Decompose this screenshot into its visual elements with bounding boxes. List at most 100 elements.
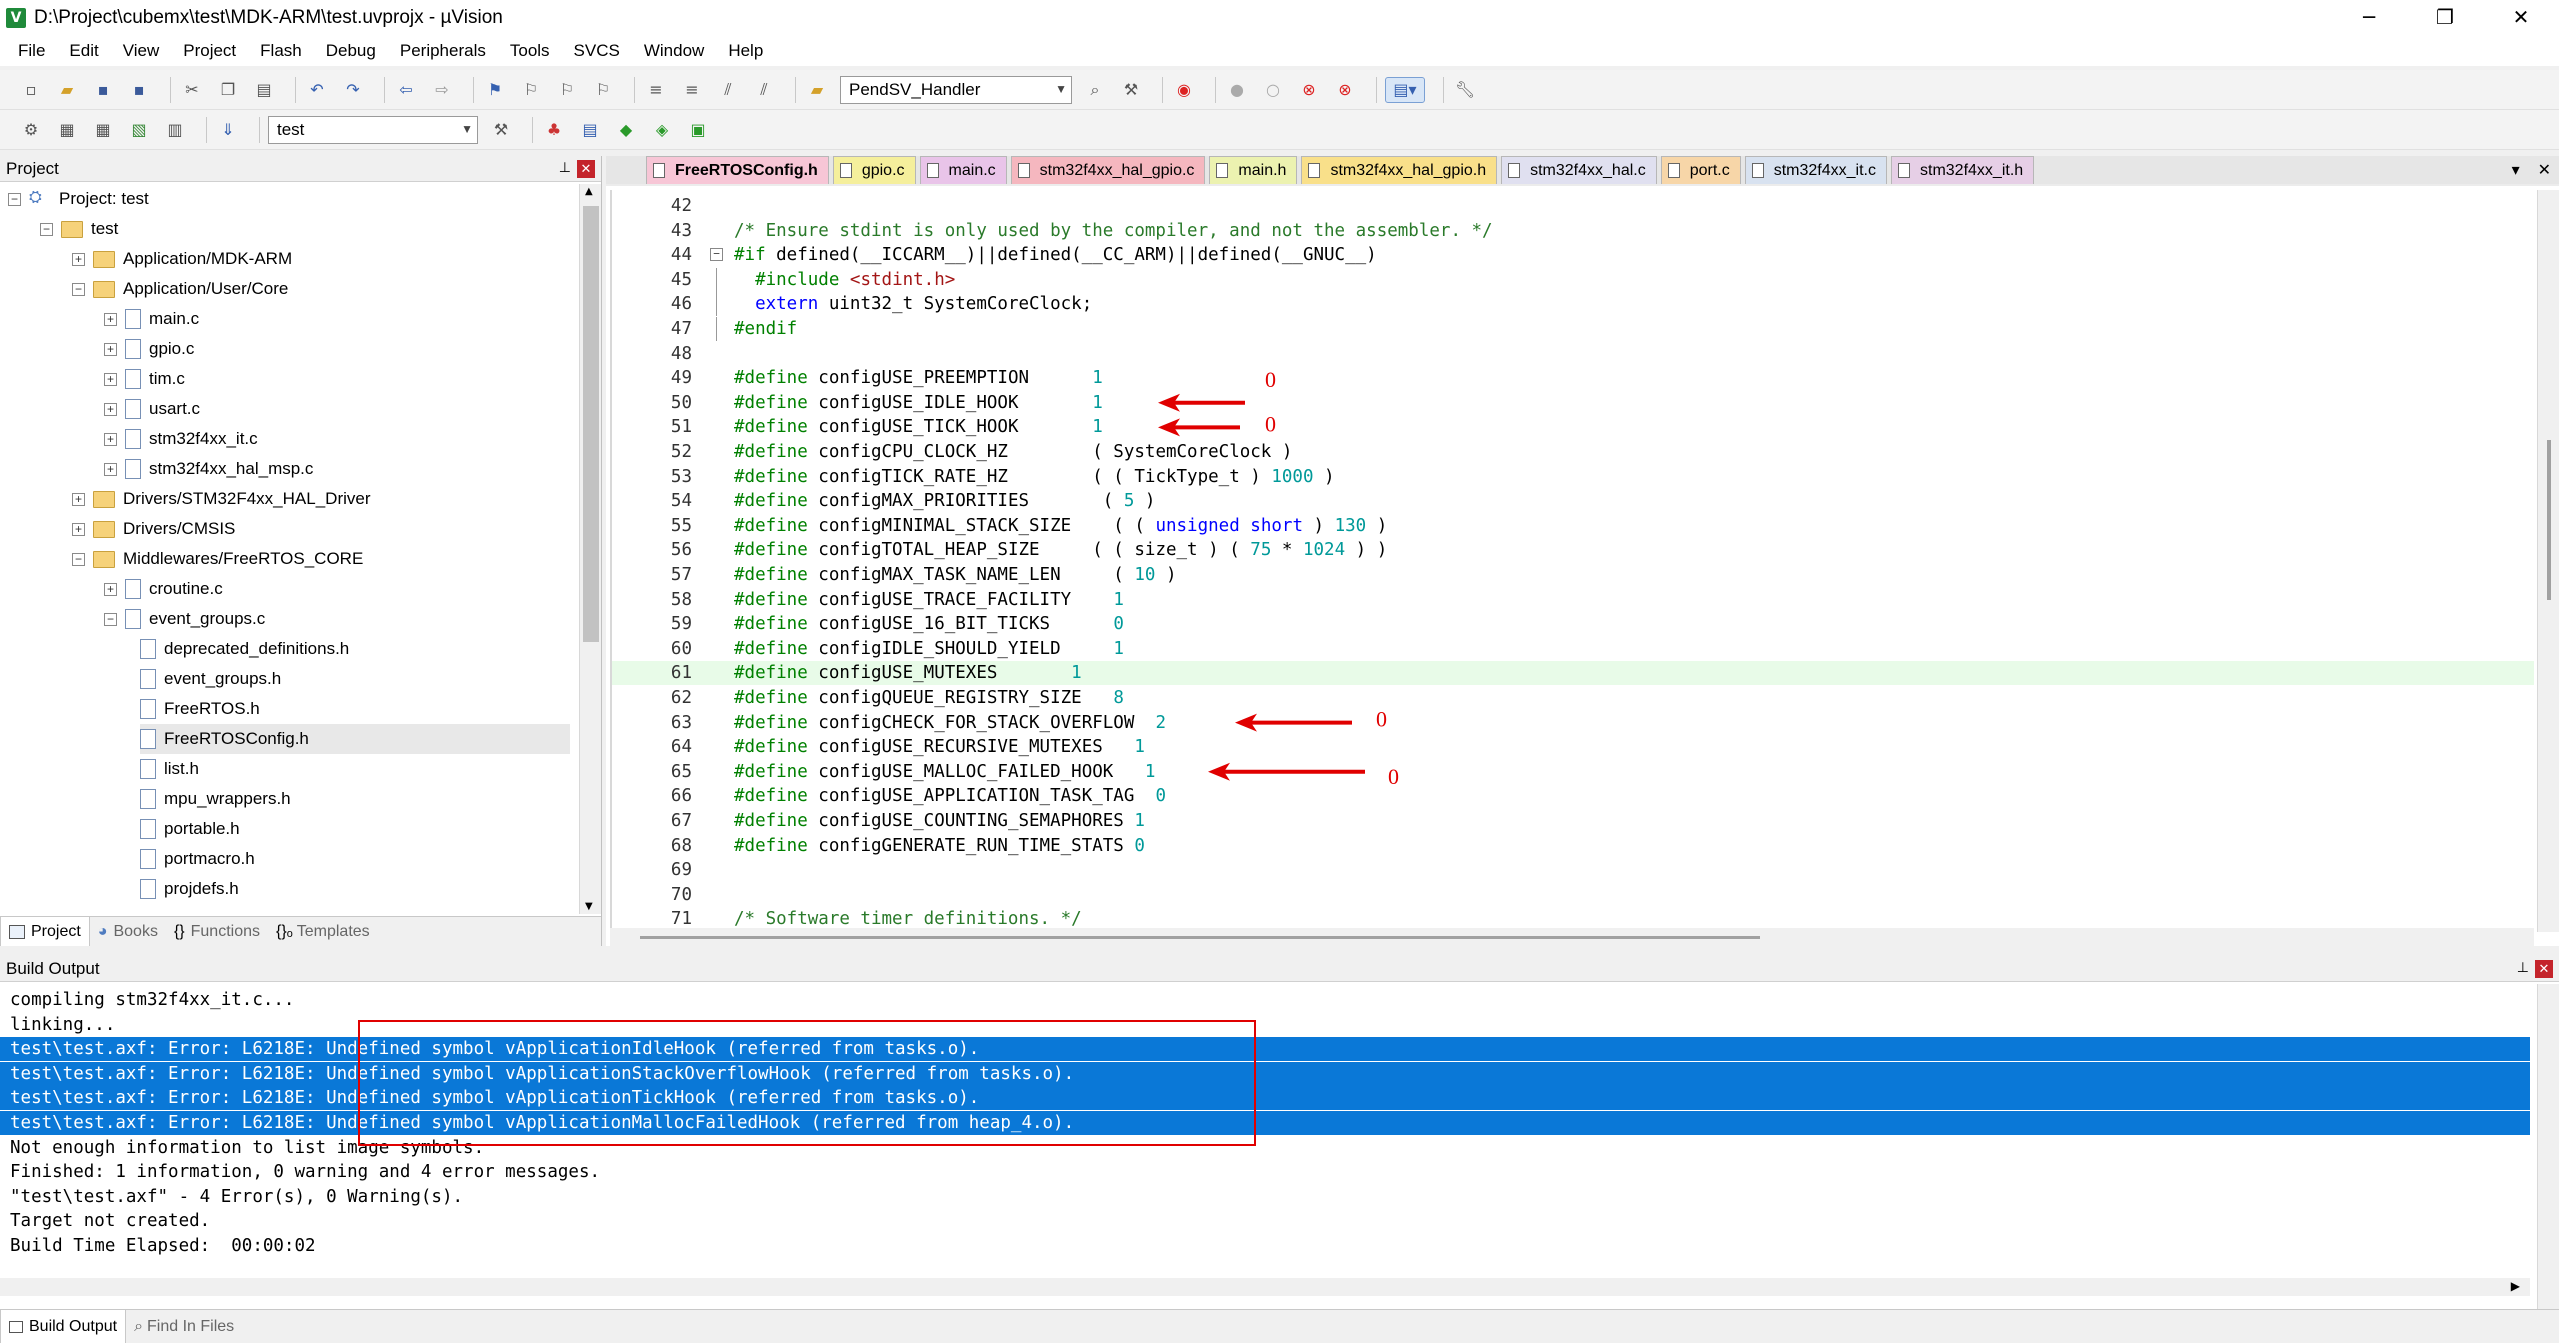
output-line[interactable]: Finished: 1 information, 0 warning and 4… — [0, 1160, 2530, 1184]
menu-project[interactable]: Project — [171, 41, 248, 61]
code-line[interactable]: 51 #define configUSE_TICK_HOOK 1 — [612, 415, 2534, 439]
file-tab[interactable]: port.c — [1660, 156, 1741, 184]
collapse-icon[interactable]: − — [710, 248, 723, 262]
menu-help[interactable]: Help — [716, 41, 775, 61]
file-tab[interactable]: FreeRTOSConfig.h — [646, 156, 829, 184]
tab-templates[interactable]: {}ₒ Templates — [268, 917, 378, 946]
tree-item[interactable]: + Drivers/CMSIS — [72, 514, 570, 544]
tree-item[interactable]: list.h — [140, 754, 570, 784]
editor-hscrollbar[interactable] — [610, 928, 2534, 946]
save-all-icon[interactable]: ▪ — [126, 77, 152, 103]
code-line[interactable]: 70 — [612, 883, 2534, 907]
tree-item[interactable]: − event_groups.c — [104, 604, 570, 634]
comment-icon[interactable]: ⫽ — [715, 77, 741, 103]
breakpoint-icon[interactable]: ● — [1224, 77, 1250, 103]
clear-bookmarks-icon[interactable]: ⚐ — [590, 77, 616, 103]
expand-icon[interactable]: + — [104, 582, 117, 596]
uncomment-icon[interactable]: ⫽ — [751, 77, 777, 103]
open-file-icon[interactable]: ▰ — [54, 77, 80, 103]
select-packs-icon[interactable]: ▤ — [577, 117, 603, 143]
expand-icon[interactable]: + — [72, 252, 85, 266]
code-editor[interactable]: 42 43 /* Ensure stdint is only used by the… — [610, 190, 2534, 932]
tree-item[interactable]: event_groups.h — [140, 664, 570, 694]
incremental-find-icon[interactable]: ⚒ — [1118, 77, 1144, 103]
collapse-icon[interactable]: − — [72, 552, 85, 566]
unindent-icon[interactable]: ≡ — [679, 77, 705, 103]
code-line[interactable]: 63 #define configCHECK_FOR_STACK_OVERFLOW… — [612, 711, 2534, 735]
file-tab[interactable]: gpio.c — [832, 156, 916, 184]
code-line[interactable]: 53 #define configTICK_RATE_HZ ( ( TickTyp… — [612, 465, 2534, 489]
code-line[interactable]: 62 #define configQUEUE_REGISTRY_SIZE 8 — [612, 686, 2534, 710]
code-line[interactable]: 59 #define configUSE_16_BIT_TICKS 0 — [612, 612, 2534, 636]
scrollbar-thumb[interactable] — [583, 206, 599, 642]
pin-icon[interactable]: ⊥ — [559, 159, 571, 176]
code-line[interactable]: 58 #define configUSE_TRACE_FACILITY 1 — [612, 588, 2534, 612]
code-line[interactable]: 66 #define configUSE_APPLICATION_TASK_TAG… — [612, 784, 2534, 808]
output-line[interactable]: compiling stm32f4xx_it.c... — [0, 988, 2530, 1012]
expand-icon[interactable]: + — [104, 462, 117, 476]
manage-project-items-icon[interactable]: ♣ — [541, 117, 567, 143]
tree-item[interactable]: − test — [40, 214, 570, 244]
menu-edit[interactable]: Edit — [57, 41, 110, 61]
redo-icon[interactable]: ↷ — [340, 77, 366, 103]
tree-item[interactable]: − Application/User/Core — [72, 274, 570, 304]
collapse-icon[interactable]: − — [104, 612, 117, 626]
code-line[interactable]: 47 #endif — [612, 317, 2534, 341]
build-icon[interactable]: ▦ — [54, 117, 80, 143]
tree-item[interactable]: + usart.c — [104, 394, 570, 424]
file-tab[interactable]: stm32f4xx_hal_gpio.h — [1301, 156, 1498, 184]
code-line[interactable]: 61 #define configUSE_MUTEXES 1 — [612, 661, 2534, 686]
tabs-menu-icon[interactable]: ▾ — [2512, 160, 2520, 179]
close-tab-icon[interactable]: ✕ — [2538, 160, 2551, 179]
file-tab[interactable]: stm32f4xx_it.c — [1744, 156, 1887, 184]
code-line[interactable]: 56 #define configTOTAL_HEAP_SIZE ( ( size… — [612, 538, 2534, 562]
tree-item[interactable]: − ⛭ Project: test — [8, 184, 570, 214]
file-tab[interactable]: stm32f4xx_hal_gpio.c — [1010, 156, 1206, 184]
menu-view[interactable]: View — [111, 41, 172, 61]
expand-icon[interactable]: + — [104, 432, 117, 446]
download-icon[interactable]: ⇓ — [215, 117, 241, 143]
tree-item[interactable]: + stm32f4xx_it.c — [104, 424, 570, 454]
target-options-icon[interactable]: ⚒ — [488, 117, 514, 143]
close-window-button[interactable]: ✕ — [2483, 0, 2559, 36]
scroll-right-icon[interactable]: ▶ — [2511, 1279, 2520, 1293]
scroll-down-icon[interactable]: ▼ — [585, 901, 593, 912]
output-line[interactable]: Build Time Elapsed: 00:00:02 — [0, 1234, 2530, 1258]
manage-rte-icon[interactable]: ◆ — [613, 117, 639, 143]
code-line[interactable]: 48 — [612, 342, 2534, 366]
expand-icon[interactable]: + — [104, 402, 117, 416]
tree-item[interactable]: + main.c — [104, 304, 570, 334]
code-line[interactable]: 57 #define configMAX_TASK_NAME_LEN ( 10 ) — [612, 563, 2534, 587]
code-line[interactable]: 50 #define configUSE_IDLE_HOOK 1 — [612, 391, 2534, 415]
function-combo[interactable]: PendSV_Handler ▼ — [840, 75, 1072, 104]
code-line[interactable]: 46 extern uint32_t SystemCoreClock; — [612, 292, 2534, 317]
prev-bookmark-icon[interactable]: ⚐ — [518, 77, 544, 103]
translate-icon[interactable]: ⚙ — [18, 117, 44, 143]
tree-item[interactable]: FreeRTOSConfig.h — [140, 724, 570, 754]
tree-item[interactable]: + Drivers/STM32F4xx_HAL_Driver — [72, 484, 570, 514]
window-layout-icon[interactable]: ▤▾ — [1385, 76, 1425, 103]
new-file-icon[interactable]: ▫ — [18, 77, 44, 103]
pack-installer-icon[interactable]: ◈ — [649, 117, 675, 143]
navigate-back-icon[interactable]: ⇦ — [393, 77, 419, 103]
kill-breakpoints-icon[interactable]: ⊗ — [1332, 77, 1358, 103]
code-line[interactable]: 43 /* Ensure stdint is only used by the c… — [612, 219, 2534, 243]
batch-build-icon[interactable]: ▧ — [126, 117, 152, 143]
menu-tools[interactable]: Tools — [498, 41, 562, 61]
tab-functions[interactable]: {} Functions — [166, 917, 268, 946]
disable-all-breakpoints-icon[interactable]: ⊗ — [1296, 77, 1322, 103]
expand-icon[interactable]: + — [104, 312, 117, 326]
file-tab[interactable]: main.h — [1209, 156, 1298, 184]
minimize-button[interactable]: ─ — [2331, 0, 2407, 36]
collapse-icon[interactable]: − — [40, 222, 53, 236]
menu-flash[interactable]: Flash — [248, 41, 314, 61]
expand-icon[interactable]: + — [72, 522, 85, 536]
cube-icon[interactable]: ▣ — [685, 117, 711, 143]
pin-icon[interactable]: ⊥ — [2517, 959, 2529, 976]
tree-item[interactable]: mpu_wrappers.h — [140, 784, 570, 814]
tree-item[interactable]: portmacro.h — [140, 844, 570, 874]
project-tree-scrollbar[interactable]: ▲ ▼ — [579, 184, 601, 914]
code-line[interactable]: 60 #define configIDLE_SHOULD_YIELD 1 — [612, 637, 2534, 661]
editor-hscroll-thumb[interactable] — [640, 936, 1760, 939]
bookmark-icon[interactable]: ⚑ — [482, 77, 508, 103]
